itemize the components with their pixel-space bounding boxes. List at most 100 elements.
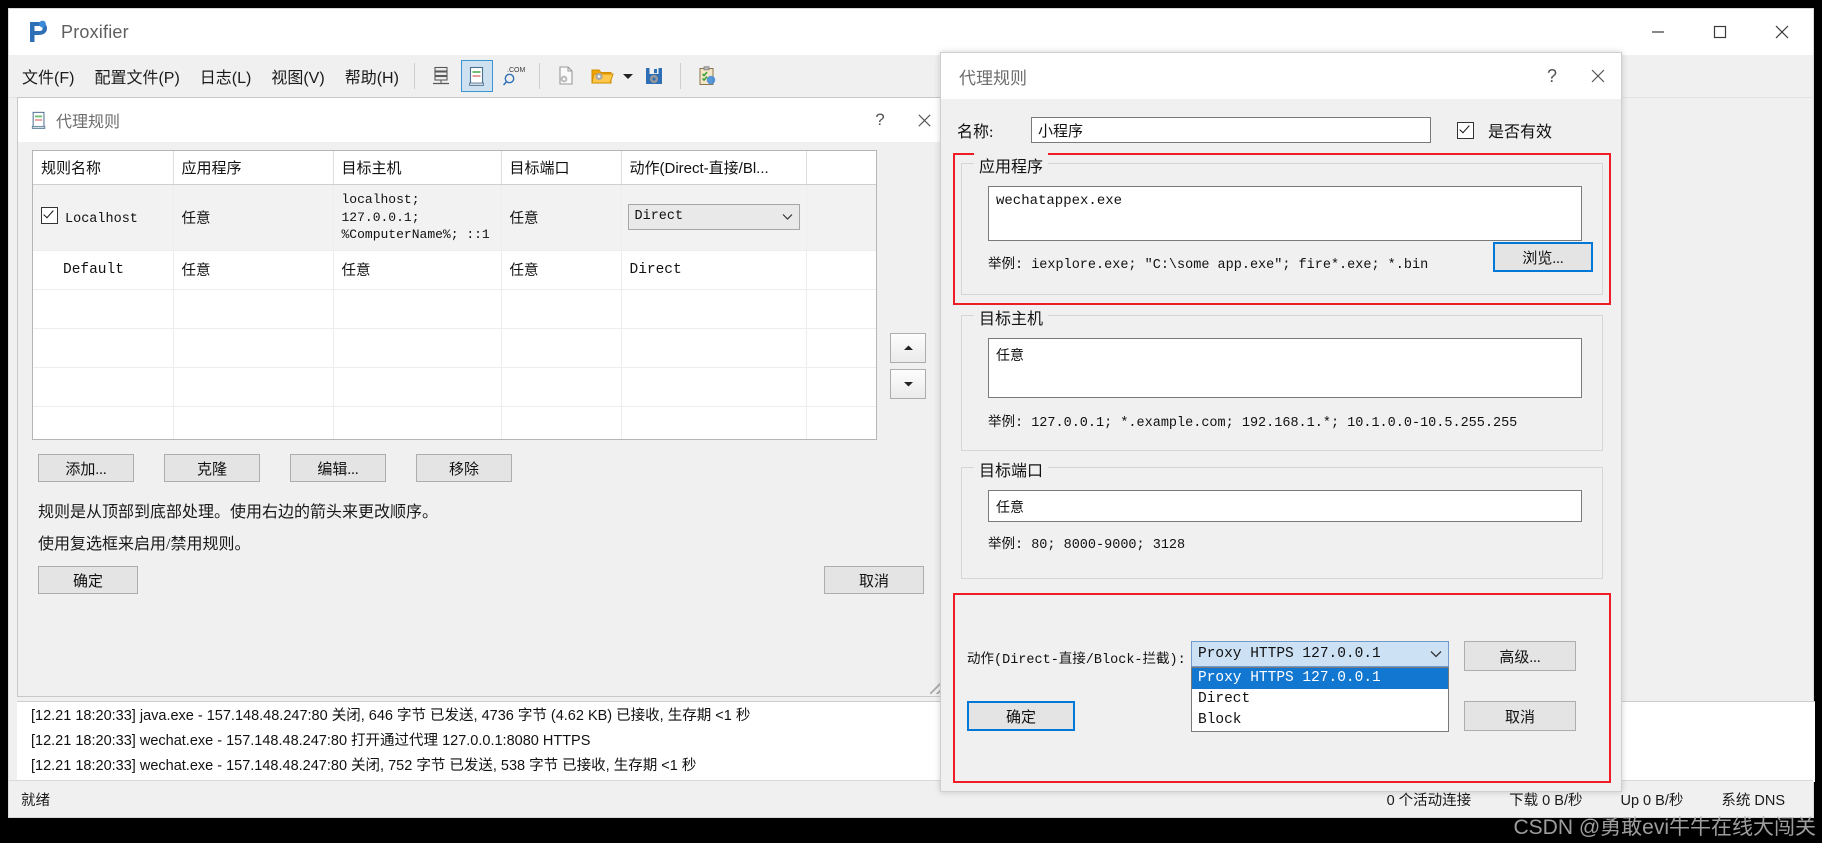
rule-port-cell: 任意 [501, 250, 622, 290]
toolbar-separator-3 [679, 63, 681, 89]
rule-ok-button[interactable]: 确定 [967, 701, 1075, 731]
rule-name-row: 名称: 小程序 是否有效 [957, 115, 1607, 145]
browse-button[interactable]: 浏览... [1493, 242, 1593, 272]
app-title: Proxifier [61, 21, 129, 42]
rule-cancel-button[interactable]: 取消 [1464, 701, 1576, 731]
proxifier-logo-icon [27, 20, 49, 44]
empty-cell [33, 289, 174, 329]
rules-hint-checkbox: 使用复选框来启用/禁用规则。 [38, 536, 251, 553]
rule-spacer-cell [806, 184, 876, 251]
empty-cell [173, 328, 334, 368]
dotcom-search-icon[interactable]: .COM [497, 60, 529, 92]
action-option-proxy-https[interactable]: Proxy HTTPS 127.0.0.1 [1192, 668, 1448, 689]
table-row[interactable] [33, 328, 876, 368]
empty-cell [173, 367, 334, 407]
empty-cell [501, 406, 622, 439]
action-option-block[interactable]: Block [1192, 710, 1448, 731]
menu-log[interactable]: 日志(L) [193, 60, 259, 92]
dropdown-caret-icon[interactable] [620, 60, 636, 92]
rule-enabled-row[interactable]: 是否有效 [1457, 118, 1552, 142]
help-icon[interactable]: ? [858, 98, 902, 142]
empty-cell [173, 289, 334, 329]
edit-rule-button[interactable]: 编辑... [290, 454, 386, 482]
add-rule-button[interactable]: 添加... [38, 454, 134, 482]
rule-host-cell: 任意 [333, 250, 502, 290]
col-rule-name[interactable]: 规则名称 [33, 151, 174, 185]
verify-profile-icon[interactable] [691, 60, 723, 92]
rule-editor-dialog: 代理规则 ? 名称: 小程序 是否有效 应用程序 wechatappex.exe… [940, 52, 1622, 792]
move-down-button[interactable] [890, 369, 926, 399]
applications-legend: 应用程序 [974, 153, 1049, 177]
advanced-button[interactable]: 高级... [1464, 641, 1576, 671]
empty-cell [806, 328, 876, 368]
action-dropdown-list[interactable]: Proxy HTTPS 127.0.0.1 Direct Block [1191, 667, 1449, 732]
rule-port-cell: 任意 [501, 184, 622, 251]
save-profile-icon[interactable] [638, 60, 670, 92]
action-option-direct[interactable]: Direct [1192, 689, 1448, 710]
empty-cell [806, 367, 876, 407]
target-hosts-input[interactable]: 任意 [988, 338, 1582, 398]
close-icon[interactable] [1575, 53, 1621, 99]
new-profile-icon[interactable] [550, 60, 582, 92]
proxy-rules-dialog-controls: ? [858, 98, 946, 142]
col-target-host[interactable]: 目标主机 [333, 151, 502, 185]
rule-editor-titlebar: 代理规则 ? [941, 53, 1621, 99]
action-combobox[interactable]: Proxy HTTPS 127.0.0.1 [1191, 641, 1449, 667]
menu-view[interactable]: 视图(V) [264, 60, 331, 92]
rules-table[interactable]: 规则名称 应用程序 目标主机 目标端口 动作(Direct-直接/Bl... L… [32, 150, 877, 440]
target-ports-example: 举例: 80; 8000-9000; 3128 [988, 538, 1186, 553]
move-up-button[interactable] [890, 333, 926, 363]
table-row[interactable] [33, 289, 876, 329]
empty-cell [333, 289, 502, 329]
rule-action-cell[interactable]: Direct [621, 184, 807, 251]
rule-name-cell[interactable]: Localhost [33, 184, 174, 251]
action-selected-value: Proxy HTTPS 127.0.0.1 [1198, 646, 1381, 662]
empty-cell [33, 328, 174, 368]
rule-enabled-checkbox[interactable] [1457, 121, 1474, 139]
open-profile-icon[interactable] [586, 60, 618, 92]
table-row[interactable] [33, 406, 876, 439]
menu-help[interactable]: 帮助(H) [338, 60, 406, 92]
rule-name-input[interactable]: 小程序 [1031, 117, 1431, 143]
col-spacer [806, 151, 876, 185]
rules-ok-button[interactable]: 确定 [38, 566, 138, 594]
applications-example: 举例: iexplore.exe; "C:\some app.exe"; fir… [988, 258, 1429, 273]
screenshot-root: Proxifier 文件(F) 配置文件(P) 日志(L) 视图(V) 帮助(H… [0, 0, 1822, 843]
rule-enabled-label: 是否有效 [1488, 124, 1553, 141]
help-icon[interactable]: ? [1529, 53, 1575, 99]
chevron-down-icon [782, 214, 792, 221]
rule-app-cell: 任意 [173, 250, 334, 290]
empty-cell [501, 289, 622, 329]
col-target-port[interactable]: 目标端口 [501, 151, 622, 185]
status-state: 就绪 [21, 792, 50, 809]
target-hosts-example: 举例: 127.0.0.1; *.example.com; 192.168.1.… [988, 416, 1518, 431]
col-action[interactable]: 动作(Direct-直接/Bl... [621, 151, 807, 185]
table-row[interactable]: Localhost 任意 localhost; 127.0.0.1; %Comp… [33, 184, 876, 251]
empty-cell [173, 406, 334, 439]
applications-group: 应用程序 wechatappex.exe 举例: iexplore.exe; "… [961, 153, 1603, 295]
close-icon[interactable] [1751, 9, 1813, 55]
maximize-icon[interactable] [1689, 9, 1751, 55]
applications-input[interactable]: wechatappex.exe [988, 186, 1582, 241]
proxy-rules-icon[interactable] [460, 60, 493, 92]
clone-rule-button[interactable]: 克隆 [164, 454, 260, 482]
minimize-icon[interactable] [1627, 9, 1689, 55]
action-label: 动作(Direct-直接/Block-拦截): [967, 653, 1186, 668]
menu-profile[interactable]: 配置文件(P) [87, 60, 186, 92]
rule-enabled-checkbox[interactable] [41, 207, 58, 225]
rule-host-cell: localhost; 127.0.0.1; %ComputerName%; ::… [333, 184, 502, 251]
connections-icon[interactable] [425, 60, 457, 92]
toolbar-separator-2 [538, 63, 540, 89]
empty-cell [501, 367, 622, 407]
col-application[interactable]: 应用程序 [173, 151, 334, 185]
rule-action-combobox[interactable]: Direct [627, 204, 800, 231]
remove-rule-button[interactable]: 移除 [416, 454, 512, 482]
rules-cancel-button[interactable]: 取消 [824, 566, 924, 594]
rule-action-value: Direct [634, 209, 684, 225]
table-row[interactable]: Default 任意 任意 任意 Direct [33, 250, 876, 290]
empty-cell [333, 406, 502, 439]
menu-file[interactable]: 文件(F) [15, 60, 81, 92]
toolbar-separator [413, 63, 415, 89]
table-row[interactable] [33, 367, 876, 407]
target-ports-input[interactable]: 任意 [988, 490, 1582, 522]
